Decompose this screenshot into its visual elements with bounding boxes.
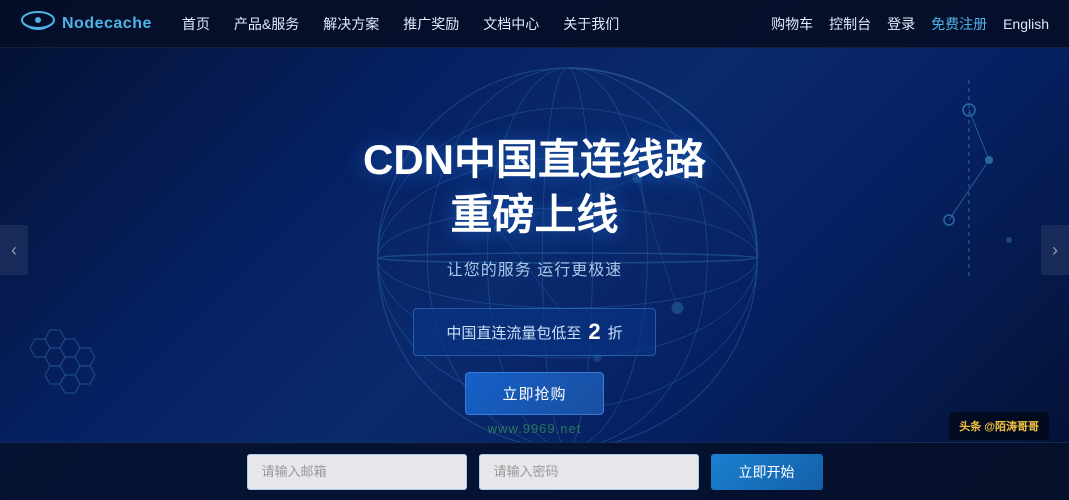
nav-link-referral[interactable]: 推广奖励 xyxy=(403,14,459,34)
right-decoration xyxy=(909,80,1029,280)
url-overlay: www.9969.net xyxy=(488,421,582,436)
bottom-bar: 立即开始 xyxy=(0,442,1069,500)
password-input[interactable] xyxy=(479,454,699,490)
nav-link-docs[interactable]: 文档中心 xyxy=(483,14,539,34)
login-link[interactable]: 登录 xyxy=(887,14,915,34)
logo[interactable]: Nodecache xyxy=(20,10,152,38)
hero-section: ‹ CDN中国直连线路 重磅上线 让您的服务 运行更极速 中国直连流量包低至 2… xyxy=(0,0,1069,500)
hero-prev-arrow[interactable]: ‹ xyxy=(0,225,28,275)
watermark: 头条 @陌涛哥哥 xyxy=(949,412,1049,440)
promo-banner: 中国直连流量包低至 2 折 xyxy=(413,308,655,356)
cta-button[interactable]: 立即抢购 xyxy=(465,372,603,415)
cart-link[interactable]: 购物车 xyxy=(771,14,813,34)
hero-next-arrow[interactable]: › xyxy=(1041,225,1069,275)
nav-link-home[interactable]: 首页 xyxy=(182,14,210,34)
email-input[interactable] xyxy=(247,454,467,490)
navbar: Nodecache 首页 产品&服务 解决方案 推广奖励 文档中心 关于我们 购… xyxy=(0,0,1069,48)
logo-text: Nodecache xyxy=(62,15,152,33)
nav-link-about[interactable]: 关于我们 xyxy=(563,14,619,34)
nav-link-solutions[interactable]: 解决方案 xyxy=(323,14,379,34)
console-link[interactable]: 控制台 xyxy=(829,14,871,34)
start-button[interactable]: 立即开始 xyxy=(711,454,823,490)
watermark-line1: 头条 @陌涛哥哥 xyxy=(959,418,1039,434)
promo-text-after: 折 xyxy=(608,322,623,343)
promo-text-before: 中国直连流量包低至 xyxy=(446,322,581,343)
hero-content: CDN中国直连线路 重磅上线 让您的服务 运行更极速 中国直连流量包低至 2 折… xyxy=(363,133,706,415)
nav-link-products[interactable]: 产品&服务 xyxy=(234,14,299,34)
hero-title: CDN中国直连线路 重磅上线 xyxy=(363,133,706,242)
register-link[interactable]: 免费注册 xyxy=(931,14,987,34)
nav-links: 首页 产品&服务 解决方案 推广奖励 文档中心 关于我们 xyxy=(182,14,771,34)
promo-number: 2 xyxy=(588,319,600,345)
hex-pattern xyxy=(30,320,150,440)
language-switch[interactable]: English xyxy=(1003,16,1049,32)
logo-icon xyxy=(20,10,56,38)
hero-subtitle: 让您的服务 运行更极速 xyxy=(447,256,622,280)
nav-right: 购物车 控制台 登录 免费注册 English xyxy=(771,14,1049,34)
